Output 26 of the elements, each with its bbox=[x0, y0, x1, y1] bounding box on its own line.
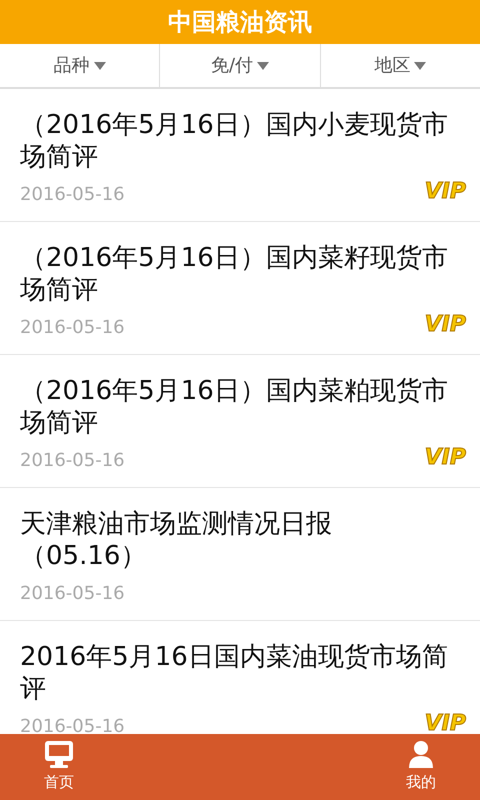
vip-label: VIP bbox=[424, 710, 466, 734]
tab-button[interactable]: 首页 bbox=[44, 740, 74, 794]
article-title: （2016年5月16日）国内小麦现货市场简评 bbox=[20, 109, 449, 173]
app-title: 中国粮油资讯 bbox=[168, 7, 312, 38]
person-icon bbox=[407, 740, 435, 768]
article-title: （2016年5月16日）国内菜粕现货市场简评 bbox=[20, 375, 449, 439]
article-date: 2016-05-16 bbox=[20, 183, 125, 207]
article-date: 2016-05-16 bbox=[20, 582, 125, 606]
article-item[interactable]: （2016年5月16日）国内菜籽现货市场简评 2016-05-16 VIP bbox=[0, 222, 480, 355]
vip-label: VIP bbox=[424, 178, 466, 206]
caret-icon bbox=[414, 62, 426, 70]
tab-button[interactable]: 我的 bbox=[406, 740, 436, 794]
article-title: （2016年5月16日）国内菜籽现货市场简评 bbox=[20, 242, 449, 306]
article-date: 2016-05-16 bbox=[20, 715, 125, 734]
article-item[interactable]: 天津粮油市场监测情况日报（05.16） 2016-05-16 bbox=[0, 488, 480, 621]
article-title: 天津粮油市场监测情况日报（05.16） bbox=[20, 508, 333, 572]
article-title: 2016年5月16日国内菜油现货市场简评 bbox=[20, 641, 449, 705]
article-item[interactable]: （2016年5月16日）国内菜粕现货市场简评 2016-05-16 VIP bbox=[0, 355, 480, 488]
article-date: 2016-05-16 bbox=[20, 449, 125, 473]
vip-label: VIP bbox=[424, 311, 466, 339]
article-item[interactable]: （2016年5月16日）国内小麦现货市场简评 2016-05-16 VIP bbox=[0, 89, 480, 222]
article-date: 2016-05-16 bbox=[20, 316, 125, 340]
caret-icon bbox=[94, 62, 106, 70]
vip-label: VIP bbox=[424, 444, 466, 472]
caret-icon bbox=[257, 62, 270, 70]
monitor-icon bbox=[44, 740, 74, 768]
